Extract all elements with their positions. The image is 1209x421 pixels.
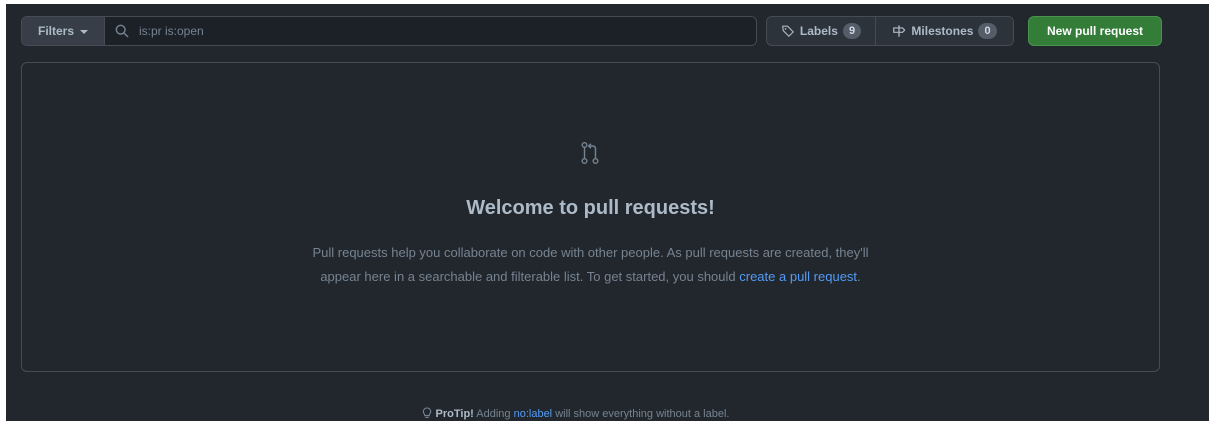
protip-suffix: will show everything without a label. — [552, 408, 730, 420]
protip: ProTip! Adding no:label will show everyt… — [6, 407, 1145, 421]
no-label-link[interactable]: no:label — [514, 408, 553, 420]
labels-button[interactable]: Labels 9 — [767, 17, 876, 45]
milestone-icon — [893, 25, 906, 37]
caret-down-icon — [80, 30, 88, 34]
search-field-wrapper — [105, 17, 756, 45]
tag-icon — [782, 25, 794, 37]
light-bulb-icon — [422, 407, 431, 418]
new-pull-request-label: New pull request — [1046, 24, 1144, 38]
filter-search-bar: Filters — [21, 16, 757, 46]
git-pull-request-icon — [581, 142, 599, 165]
description-line-2-text: appear here in a searchable and filterab… — [320, 269, 740, 284]
new-pull-request-button[interactable]: New pull request — [1028, 16, 1162, 46]
milestones-button[interactable]: Milestones 0 — [876, 17, 1013, 45]
pull-requests-page: Filters Labels 9 Milestones 0 — [6, 4, 1209, 421]
milestones-label: Milestones — [911, 24, 974, 38]
create-pull-request-link[interactable]: create a pull request — [739, 269, 857, 284]
search-input[interactable] — [137, 23, 756, 39]
description-period: . — [857, 269, 861, 284]
description-line-1: Pull requests help you collaborate on co… — [312, 245, 869, 260]
blankslate-description: Pull requests help you collaborate on co… — [22, 241, 1159, 289]
blankslate-heading: Welcome to pull requests! — [466, 197, 715, 219]
protip-prefix: Adding — [473, 408, 514, 420]
filters-dropdown-button[interactable]: Filters — [22, 17, 105, 45]
search-icon — [115, 24, 129, 38]
blankslate: Welcome to pull requests! Pull requests … — [21, 62, 1160, 372]
filters-label: Filters — [37, 24, 74, 38]
labels-milestones-group: Labels 9 Milestones 0 — [766, 16, 1014, 46]
labels-count-badge: 9 — [842, 23, 862, 39]
labels-label: Labels — [799, 24, 838, 38]
description-line-2: appear here in a searchable and filterab… — [22, 265, 1159, 289]
protip-bold: ProTip! — [435, 408, 474, 420]
milestones-count-badge: 0 — [978, 23, 997, 39]
